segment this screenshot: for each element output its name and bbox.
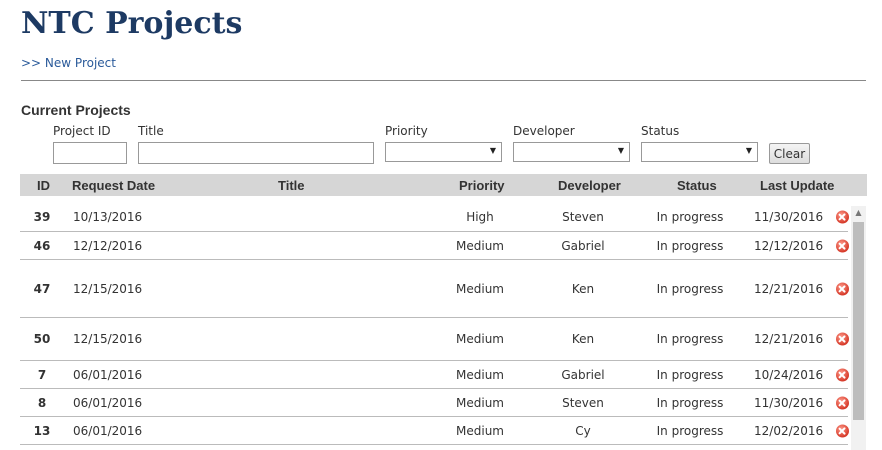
column-header-id[interactable]: ID xyxy=(37,178,50,193)
cell-last-update: 11/30/2016 xyxy=(754,210,824,224)
header-divider xyxy=(21,80,866,81)
cell-request-date: 12/12/2016 xyxy=(73,239,143,253)
clear-button[interactable]: Clear xyxy=(769,143,810,164)
column-header-title[interactable]: Title xyxy=(278,178,305,193)
cell-developer: Cy xyxy=(575,424,591,438)
status-filter-select[interactable]: ▼ xyxy=(641,142,758,162)
table-row[interactable]: 47 12/15/2016 Medium Ken In progress 12/21/20… xyxy=(20,260,849,318)
cell-developer: Gabriel xyxy=(561,368,605,382)
cell-last-update: 11/30/2016 xyxy=(754,396,824,410)
scroll-up-icon[interactable]: ▲ xyxy=(851,206,866,220)
delete-icon[interactable] xyxy=(836,424,849,438)
page-title: NTC Projects xyxy=(21,6,243,41)
project-id-label: Project ID xyxy=(53,124,111,138)
column-header-priority[interactable]: Priority xyxy=(459,178,505,193)
table-row[interactable]: 13 06/01/2016 Medium Cy In progress 12/02/201… xyxy=(20,417,849,445)
cell-request-date: 12/15/2016 xyxy=(73,332,143,346)
status-label: Status xyxy=(641,124,680,138)
delete-icon[interactable] xyxy=(836,368,849,382)
cell-status: In progress xyxy=(656,282,724,296)
delete-icon[interactable] xyxy=(836,332,849,346)
vertical-scrollbar[interactable]: ▲ xyxy=(851,206,866,450)
title-filter-input[interactable] xyxy=(138,142,374,164)
column-header-developer[interactable]: Developer xyxy=(558,178,621,193)
cell-status: In progress xyxy=(656,332,724,346)
new-project-link[interactable]: >> New Project xyxy=(21,56,116,70)
table-row[interactable]: 8 06/01/2016 Medium Steven In progress 11/30/… xyxy=(20,389,849,417)
cell-priority: Medium xyxy=(456,282,504,296)
column-header-request-date[interactable]: Request Date xyxy=(72,178,155,193)
cell-status: In progress xyxy=(656,396,724,410)
cell-id: 39 xyxy=(33,210,51,224)
priority-filter-select[interactable]: ▼ xyxy=(385,142,502,162)
cell-developer: Steven xyxy=(562,396,604,410)
projects-table-body: 39 10/13/2016 High Steven In progress 11/30/2… xyxy=(20,196,867,450)
column-header-status[interactable]: Status xyxy=(677,178,717,193)
developer-label: Developer xyxy=(513,124,575,138)
cell-request-date: 06/01/2016 xyxy=(73,424,143,438)
delete-icon[interactable] xyxy=(836,282,849,296)
cell-id: 47 xyxy=(33,282,51,296)
priority-label: Priority xyxy=(385,124,428,138)
cell-priority: Medium xyxy=(456,396,504,410)
cell-id: 46 xyxy=(33,239,51,253)
cell-request-date: 06/01/2016 xyxy=(73,396,143,410)
table-header: ID Request Date Title Priority Developer… xyxy=(20,174,867,196)
cell-id: 8 xyxy=(37,396,47,410)
delete-icon[interactable] xyxy=(836,239,849,253)
cell-last-update: 12/02/2016 xyxy=(754,424,824,438)
cell-developer: Gabriel xyxy=(561,239,605,253)
cell-developer: Ken xyxy=(571,332,595,346)
cell-id: 7 xyxy=(37,368,47,382)
cell-last-update: 12/12/2016 xyxy=(754,239,824,253)
delete-icon[interactable] xyxy=(836,210,849,224)
table-row[interactable]: 7 06/01/2016 Medium Gabriel In progress 10/24… xyxy=(20,361,849,389)
cell-request-date: 10/13/2016 xyxy=(73,210,143,224)
cell-priority: Medium xyxy=(456,332,504,346)
cell-last-update: 10/24/2016 xyxy=(754,368,824,382)
table-row[interactable]: 46 12/12/2016 Medium Gabriel In progress 12/1… xyxy=(20,232,849,260)
cell-priority: High xyxy=(466,210,494,224)
table-row[interactable]: 39 10/13/2016 High Steven In progress 11/30/2… xyxy=(20,196,849,232)
caret-down-icon: ▼ xyxy=(489,146,496,155)
title-label: Title xyxy=(138,124,164,138)
column-header-last-update[interactable]: Last Update xyxy=(760,178,834,193)
developer-filter-select[interactable]: ▼ xyxy=(513,142,630,162)
cell-id: 13 xyxy=(33,424,51,438)
delete-icon[interactable] xyxy=(836,396,849,410)
cell-status: In progress xyxy=(656,210,724,224)
cell-id: 50 xyxy=(33,332,51,346)
cell-priority: Medium xyxy=(456,424,504,438)
cell-priority: Medium xyxy=(456,239,504,253)
cell-request-date: 06/01/2016 xyxy=(73,368,143,382)
cell-status: In progress xyxy=(656,424,724,438)
cell-developer: Steven xyxy=(562,210,604,224)
cell-last-update: 12/21/2016 xyxy=(754,282,824,296)
cell-last-update: 12/21/2016 xyxy=(754,332,824,346)
cell-request-date: 12/15/2016 xyxy=(73,282,143,296)
caret-down-icon: ▼ xyxy=(745,146,752,155)
cell-developer: Ken xyxy=(571,282,595,296)
table-row[interactable]: 50 12/15/2016 Medium Ken In progress 12/21/20… xyxy=(20,318,849,361)
project-id-filter-input[interactable] xyxy=(53,142,127,164)
cell-status: In progress xyxy=(656,368,724,382)
cell-status: In progress xyxy=(656,239,724,253)
caret-down-icon: ▼ xyxy=(617,146,624,155)
cell-priority: Medium xyxy=(456,368,504,382)
section-title: Current Projects xyxy=(21,102,131,118)
scroll-thumb[interactable] xyxy=(853,222,864,420)
